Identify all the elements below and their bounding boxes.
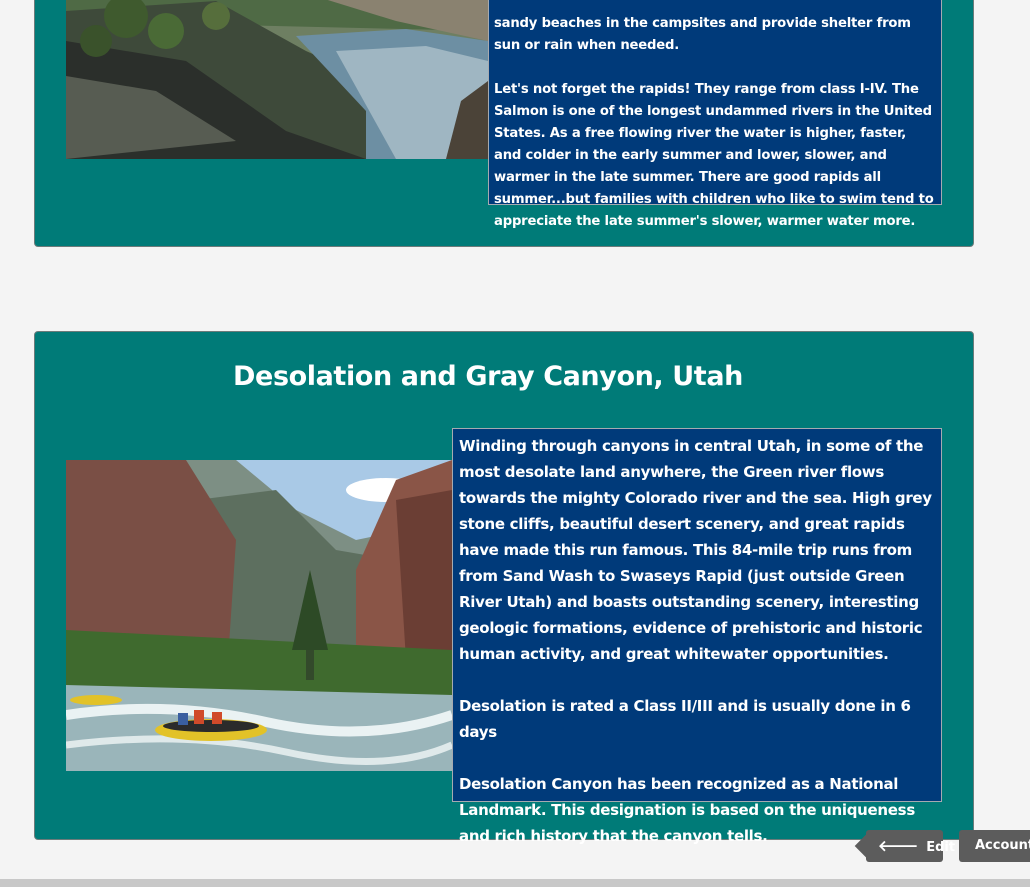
edit-button[interactable]: 🡐 Edit [866, 830, 955, 862]
canyon-rafting-photo [66, 460, 452, 771]
river-section-card: sandy beaches in the campsites and provi… [34, 0, 974, 247]
description-paragraph: Winding through canyons in central Utah,… [459, 437, 932, 663]
account-button-label: Account [975, 838, 1030, 853]
description-paragraph: Desolation is rated a Class II/III and i… [459, 697, 911, 741]
account-button[interactable]: Account [959, 830, 1030, 862]
river-description-box: Winding through canyons in central Utah,… [452, 428, 942, 845]
description-paragraph: Let's not forget the rapids! They range … [494, 82, 934, 229]
river-section-card: Desolation and Gray Canyon, Utah Winding… [34, 331, 974, 845]
arrow-left-icon: 🡐 [878, 837, 919, 855]
river-description-box: sandy beaches in the campsites and provi… [488, 0, 942, 229]
river-canyon-photo [66, 0, 488, 159]
section-title: Desolation and Gray Canyon, Utah [233, 361, 743, 392]
description-paragraph: sandy beaches in the campsites and provi… [494, 16, 911, 53]
bottom-scroll-edge [0, 879, 1030, 887]
edit-button-label: Edit [926, 840, 956, 855]
